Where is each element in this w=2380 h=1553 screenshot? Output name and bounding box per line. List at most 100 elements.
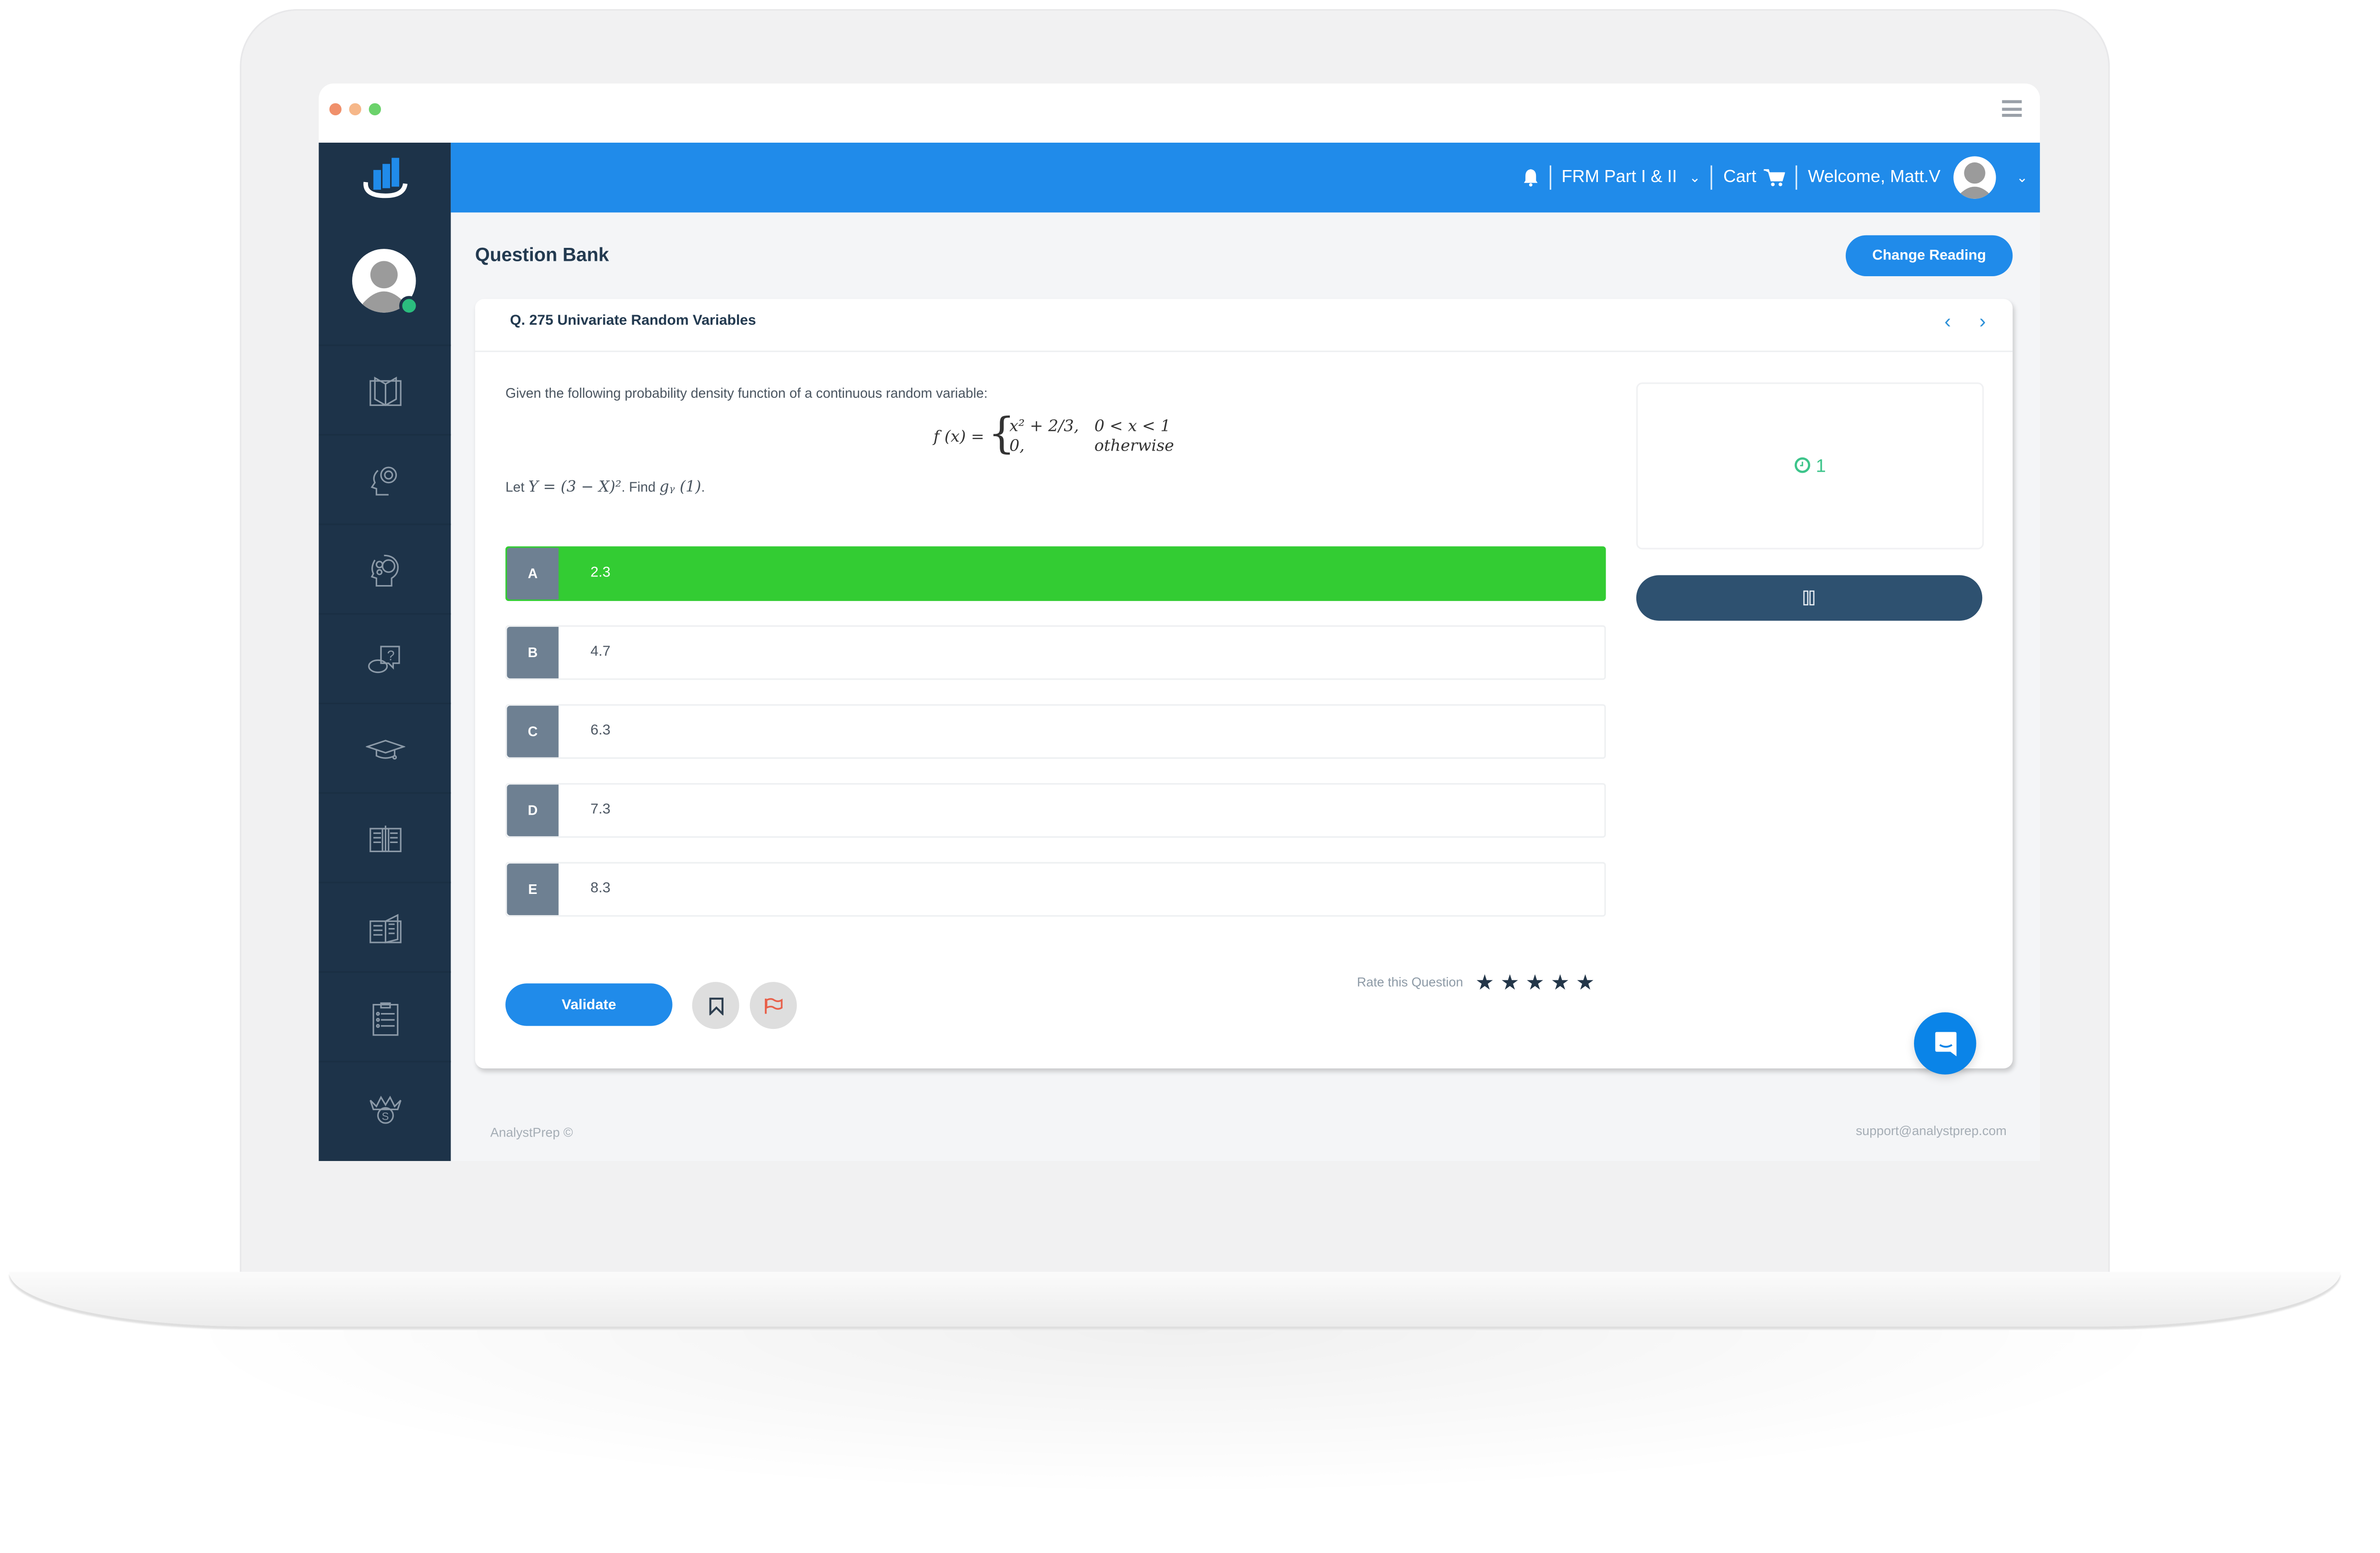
task-math-g: gᵧ (1) xyxy=(659,479,701,497)
chat-widget-button[interactable] xyxy=(1914,1012,1976,1075)
chevron-down-icon: ⌄ xyxy=(1689,169,1701,184)
rate-label: Rate this Question xyxy=(1357,974,1463,990)
brain-gears-icon xyxy=(370,554,398,586)
question-chat-icon: ? xyxy=(367,645,399,673)
question-prompt: Given the following probability density … xyxy=(505,385,988,401)
timer-panel: 1 xyxy=(1636,382,1984,550)
analystprep-logo[interactable] xyxy=(319,143,451,212)
formula-lhs: f (x) = xyxy=(933,428,984,446)
chat-bubble-icon xyxy=(1934,1031,1956,1056)
cart-label: Cart xyxy=(1723,168,1756,187)
sidebar-item-practice[interactable] xyxy=(319,523,451,615)
support-email-link[interactable]: support@analystprep.com xyxy=(1856,1123,2007,1138)
divider xyxy=(1795,165,1798,190)
answer-option-c[interactable]: C 6.3 xyxy=(505,704,1606,759)
svg-text:S: S xyxy=(381,1110,388,1122)
window-titlebar xyxy=(319,83,2040,143)
prev-question-button[interactable]: ‹ xyxy=(1944,310,1951,332)
chevron-down-icon: ⌄ xyxy=(2016,169,2028,184)
formula-case1-cond: 0 < x < 1 xyxy=(1094,417,1171,436)
book-reader-icon xyxy=(368,376,401,405)
window-maximize-dot[interactable] xyxy=(368,103,381,116)
timer-readout: 1 xyxy=(1638,455,1982,477)
validate-button[interactable]: Validate xyxy=(505,983,673,1026)
open-book-icon xyxy=(368,913,401,943)
star-icon[interactable]: ★ xyxy=(1525,971,1545,992)
welcome-label: Welcome, Matt.V xyxy=(1808,168,1941,187)
option-value: 2.3 xyxy=(590,564,611,582)
user-menu[interactable]: Welcome, Matt.V ⌄ xyxy=(1808,156,2028,199)
laptop-base xyxy=(9,1272,2341,1327)
divider xyxy=(1711,165,1713,190)
timer-value: 1 xyxy=(1816,455,1826,477)
answer-option-b[interactable]: B 4.7 xyxy=(505,625,1606,680)
notifications-button[interactable] xyxy=(1522,169,1539,187)
cart-icon xyxy=(1764,169,1785,186)
next-question-button[interactable]: › xyxy=(1979,310,1986,332)
bookmark-icon xyxy=(708,997,723,1015)
option-value: 7.3 xyxy=(590,801,611,818)
sidebar: ? S xyxy=(319,142,451,1161)
formula-case1-expr: x² + 2/3, xyxy=(1009,417,1079,436)
option-letter: D xyxy=(507,784,559,836)
sidebar-item-library[interactable] xyxy=(319,881,451,973)
divider xyxy=(1549,165,1551,190)
task-mid: . Find xyxy=(621,479,656,495)
svg-text:?: ? xyxy=(386,648,394,663)
rating: Rate this Question ★ ★ ★ ★ ★ xyxy=(1357,971,1595,992)
course-label: FRM Part I & II xyxy=(1561,168,1677,187)
option-letter: C xyxy=(507,706,559,758)
user-avatar xyxy=(1954,156,1997,199)
clipboard-list-icon xyxy=(372,1002,398,1035)
question-title: Q. 275 Univariate Random Variables xyxy=(510,312,756,330)
star-icon[interactable]: ★ xyxy=(1551,971,1570,992)
online-status-dot xyxy=(399,296,419,316)
course-dropdown[interactable]: FRM Part I & II ⌄ xyxy=(1561,169,1700,187)
answer-option-d[interactable]: D 7.3 xyxy=(505,783,1606,838)
star-rating: ★ ★ ★ ★ ★ xyxy=(1475,971,1595,992)
option-value: 4.7 xyxy=(590,643,611,660)
laptop-mockup: ? S FRM Part I & II ⌄ Cart Welcome, Matt… xyxy=(0,0,2380,1553)
sidebar-item-notes[interactable] xyxy=(319,792,451,883)
hamburger-icon[interactable] xyxy=(2002,100,2022,119)
task-prefix: Let xyxy=(505,479,525,495)
window-minimize-dot[interactable] xyxy=(349,103,361,116)
sidebar-item-learning[interactable] xyxy=(319,434,451,526)
flag-icon xyxy=(765,997,783,1013)
question-card: Q. 275 Univariate Random Variables ‹ › G… xyxy=(475,299,2013,1069)
answer-option-a[interactable]: A 2.3 xyxy=(505,546,1606,601)
option-letter: B xyxy=(507,626,559,679)
bookmark-button[interactable] xyxy=(692,982,739,1029)
sidebar-item-courses[interactable] xyxy=(319,702,451,794)
question-task: Let Y = (3 − X)². Find gᵧ (1). xyxy=(505,479,705,496)
task-math-y: Y = (3 − X)² xyxy=(528,479,622,497)
sidebar-item-premium[interactable]: S xyxy=(319,1061,451,1152)
formula-case2-expr: 0, xyxy=(1009,437,1025,455)
question-header: Q. 275 Univariate Random Variables ‹ › xyxy=(475,299,2013,352)
pause-timer-button[interactable] xyxy=(1636,575,1983,621)
option-value: 8.3 xyxy=(590,880,611,897)
window-close-dot[interactable] xyxy=(329,103,342,116)
footer-copyright: AnalystPrep © xyxy=(490,1125,573,1140)
flag-button[interactable] xyxy=(749,982,797,1029)
bell-icon xyxy=(1523,169,1537,187)
sidebar-item-exams[interactable] xyxy=(319,971,451,1063)
cart-link[interactable]: Cart xyxy=(1723,169,1785,187)
star-icon[interactable]: ★ xyxy=(1576,971,1595,992)
option-letter: E xyxy=(507,863,559,916)
laptop-shadow xyxy=(167,1329,2186,1497)
sidebar-item-questions[interactable]: ? xyxy=(319,613,451,704)
crown-coin-icon: S xyxy=(368,1095,401,1123)
star-icon[interactable]: ★ xyxy=(1475,971,1495,992)
sidebar-item-reading[interactable] xyxy=(319,344,451,436)
answer-option-e[interactable]: E 8.3 xyxy=(505,862,1606,917)
pause-icon xyxy=(1803,590,1815,606)
clock-icon xyxy=(1794,457,1810,473)
change-reading-button[interactable]: Change Reading xyxy=(1845,235,2013,277)
star-icon[interactable]: ★ xyxy=(1500,971,1520,992)
top-navbar: FRM Part I & II ⌄ Cart Welcome, Matt.V ⌄ xyxy=(451,142,2040,213)
browser-window: ? S FRM Part I & II ⌄ Cart Welcome, Matt… xyxy=(319,83,2040,1161)
graduation-cap-icon xyxy=(365,739,405,759)
open-book-pencil-icon xyxy=(368,825,401,852)
formula-case2-cond: otherwise xyxy=(1094,437,1174,455)
